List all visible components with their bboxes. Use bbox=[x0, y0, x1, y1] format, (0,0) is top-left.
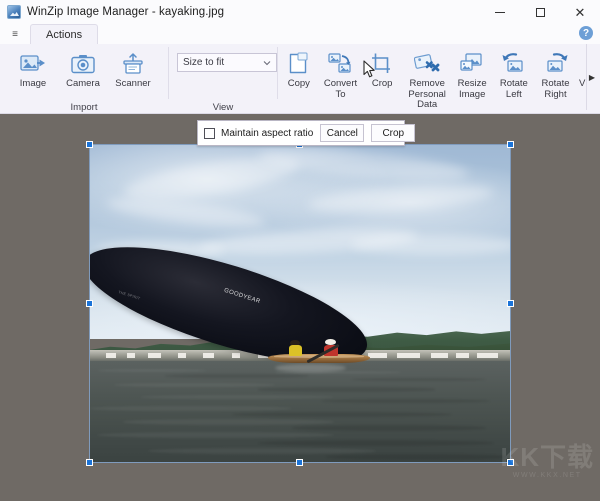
chevron-down-icon bbox=[263, 58, 271, 68]
close-button[interactable]: ✕ bbox=[560, 0, 600, 24]
maintain-aspect-ratio-checkbox[interactable] bbox=[204, 128, 215, 139]
rotate-right-button[interactable]: Rotate Right bbox=[535, 47, 577, 100]
crop-handle-bottom-left[interactable] bbox=[86, 459, 93, 466]
image-preview[interactable]: GOODYEAR THE SPIRIT bbox=[89, 144, 511, 463]
crop-handle-middle-right[interactable] bbox=[507, 300, 514, 307]
close-icon: ✕ bbox=[575, 6, 586, 19]
copy-icon bbox=[282, 50, 316, 77]
remove-personal-data-label: Remove Personal Data bbox=[403, 79, 451, 111]
crop-toolbar: Maintain aspect ratio Cancel Crop bbox=[197, 120, 405, 146]
size-to-fit-select[interactable]: Size to fit bbox=[177, 53, 277, 72]
crop-handle-bottom-center[interactable] bbox=[296, 459, 303, 466]
blimp-text: GOODYEAR bbox=[223, 288, 261, 305]
convert-to-button[interactable]: Convert To bbox=[320, 47, 362, 100]
scanner-icon bbox=[116, 50, 150, 77]
maximize-icon bbox=[536, 8, 545, 17]
menu-icon[interactable]: ≡ bbox=[0, 24, 30, 44]
rotate-left-label: Rotate Left bbox=[500, 79, 528, 100]
crop-handle-bottom-right[interactable] bbox=[507, 459, 514, 466]
window-title: WinZip Image Manager - kayaking.jpg bbox=[27, 6, 224, 18]
tab-actions[interactable]: Actions bbox=[30, 24, 98, 44]
import-image-label: Image bbox=[20, 79, 46, 90]
crop-icon bbox=[365, 50, 399, 77]
crop-handle-middle-left[interactable] bbox=[86, 300, 93, 307]
maximize-button[interactable] bbox=[520, 0, 560, 24]
remove-personal-data-button[interactable]: Remove Personal Data bbox=[403, 47, 451, 111]
ribbon-group-import-title: Import bbox=[0, 101, 168, 114]
rotate-left-button[interactable]: Rotate Left bbox=[493, 47, 535, 100]
cancel-button[interactable]: Cancel bbox=[320, 124, 364, 142]
kayaking-photo: GOODYEAR THE SPIRIT bbox=[89, 144, 511, 463]
crop-button[interactable]: Crop bbox=[361, 47, 403, 90]
window-controls: ✕ bbox=[480, 0, 600, 24]
photo-kayak bbox=[268, 338, 369, 367]
copy-label: Copy bbox=[288, 79, 310, 90]
title-bar: WinZip Image Manager - kayaking.jpg ✕ bbox=[0, 0, 600, 24]
remove-personal-data-icon bbox=[410, 50, 444, 77]
photo-water bbox=[89, 361, 511, 463]
tab-strip: ≡ Actions ? bbox=[0, 24, 600, 44]
camera-icon bbox=[66, 50, 100, 77]
ribbon-toolbar: Image Camera bbox=[0, 44, 600, 114]
crop-handle-top-left[interactable] bbox=[86, 141, 93, 148]
crop-confirm-button[interactable]: Crop bbox=[371, 124, 415, 142]
winzip-image-manager-window: WinZip Image Manager - kayaking.jpg ✕ ≡ … bbox=[0, 0, 600, 501]
import-image-button[interactable]: Image bbox=[8, 47, 58, 90]
ribbon-group-tools: Copy bbox=[278, 44, 588, 114]
partial-item-label: V bbox=[579, 79, 585, 90]
kayak-paddler-front bbox=[289, 340, 302, 357]
convert-to-label: Convert To bbox=[324, 79, 357, 100]
copy-button[interactable]: Copy bbox=[278, 47, 320, 90]
image-import-icon bbox=[16, 50, 50, 77]
rotate-right-label: Rotate Right bbox=[542, 79, 570, 100]
convert-to-icon bbox=[324, 50, 358, 77]
ribbon-overflow-button[interactable]: ▶ bbox=[586, 44, 597, 110]
rotate-left-icon bbox=[497, 50, 531, 77]
crop-label: Crop bbox=[372, 79, 393, 90]
import-scanner-label: Scanner bbox=[115, 79, 150, 90]
resize-image-label: Resize Image bbox=[458, 79, 487, 100]
resize-image-icon bbox=[455, 50, 489, 77]
import-camera-button[interactable]: Camera bbox=[58, 47, 108, 90]
resize-image-button[interactable]: Resize Image bbox=[451, 47, 493, 100]
maintain-aspect-ratio-label: Maintain aspect ratio bbox=[221, 128, 313, 139]
rotate-right-icon bbox=[539, 50, 573, 77]
blimp-subtext: THE SPIRIT bbox=[118, 291, 141, 301]
app-icon bbox=[7, 5, 21, 19]
import-scanner-button[interactable]: Scanner bbox=[108, 47, 158, 90]
minimize-button[interactable] bbox=[480, 0, 520, 24]
help-icon[interactable]: ? bbox=[579, 26, 593, 40]
import-camera-label: Camera bbox=[66, 79, 100, 90]
size-to-fit-value: Size to fit bbox=[183, 57, 224, 68]
ribbon-group-import: Image Camera bbox=[0, 44, 168, 114]
crop-handle-top-right[interactable] bbox=[507, 141, 514, 148]
minimize-icon bbox=[495, 12, 505, 13]
ribbon-group-view: Size to fit View bbox=[169, 44, 277, 114]
